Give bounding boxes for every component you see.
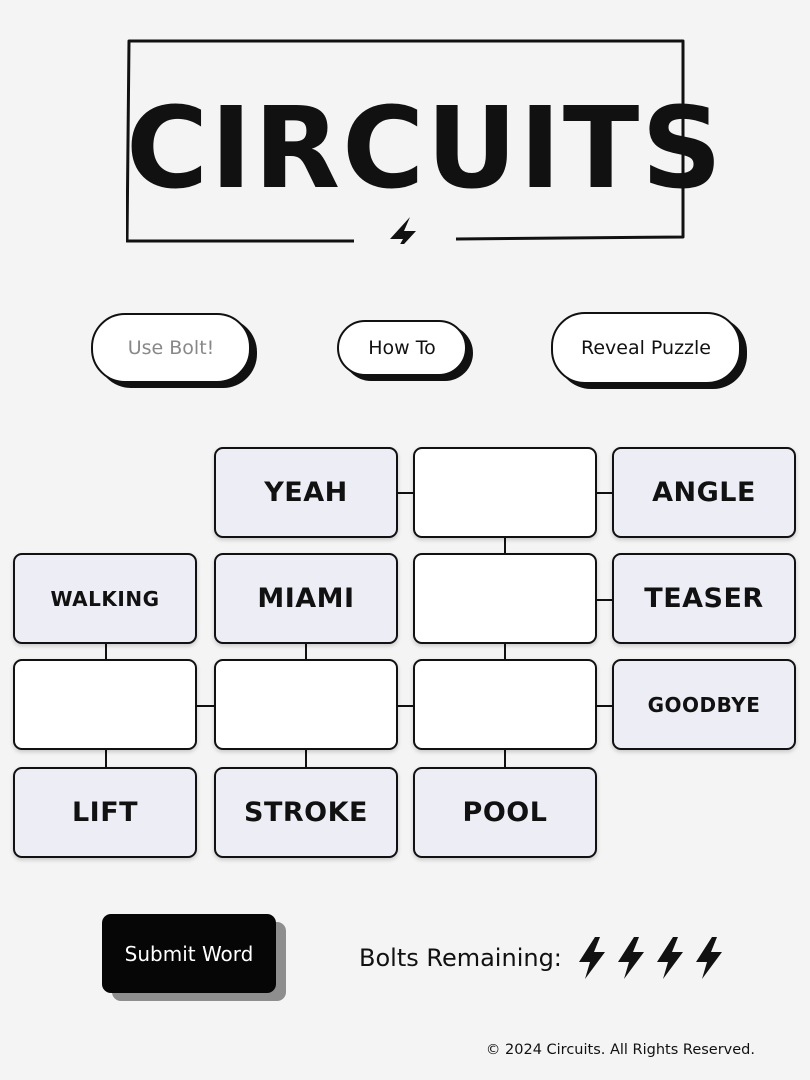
lightning-bolt-icon (695, 937, 722, 979)
board-connector (197, 705, 215, 707)
lightning-bolt-icon (578, 937, 605, 979)
board-connector (597, 599, 613, 601)
bolt-icons (576, 936, 732, 980)
board-connector (597, 492, 613, 494)
blank-cell[interactable] (413, 447, 597, 538)
blank-cell[interactable] (214, 659, 398, 750)
word-cell-miami: MIAMI (214, 553, 398, 644)
lightning-bolt-icon (617, 937, 644, 979)
blank-cell[interactable] (413, 659, 597, 750)
lightning-bolt-icon (656, 937, 683, 979)
word-cell-lift: LIFT (13, 767, 197, 858)
word-cell-yeah: YEAH (214, 447, 398, 538)
use-bolt-button[interactable]: Use Bolt! (91, 313, 251, 383)
board-connector (398, 492, 414, 494)
blank-cell[interactable] (13, 659, 197, 750)
copyright: © 2024 Circuits. All Rights Reserved. (485, 1042, 755, 1058)
board-connector (398, 705, 414, 707)
how-to-button[interactable]: How To (337, 320, 467, 376)
word-cell-stroke: STROKE (214, 767, 398, 858)
word-cell-walking: WALKING (13, 553, 197, 644)
blank-cell[interactable] (413, 553, 597, 644)
reveal-puzzle-button[interactable]: Reveal Puzzle (551, 312, 741, 384)
page-title: CIRCUITS (126, 84, 724, 214)
word-cell-goodbye: GOODBYE (612, 659, 796, 750)
submit-word-button[interactable]: Submit Word (102, 914, 276, 993)
word-cell-pool: POOL (413, 767, 597, 858)
word-cell-angle: ANGLE (612, 447, 796, 538)
bolts-remaining: Bolts Remaining: (359, 936, 732, 980)
board-connector (597, 705, 613, 707)
bolts-remaining-label: Bolts Remaining: (359, 944, 562, 972)
logo: CIRCUITS (126, 39, 724, 244)
word-cell-teaser: TEASER (612, 553, 796, 644)
lightning-bolt-icon (390, 217, 416, 244)
